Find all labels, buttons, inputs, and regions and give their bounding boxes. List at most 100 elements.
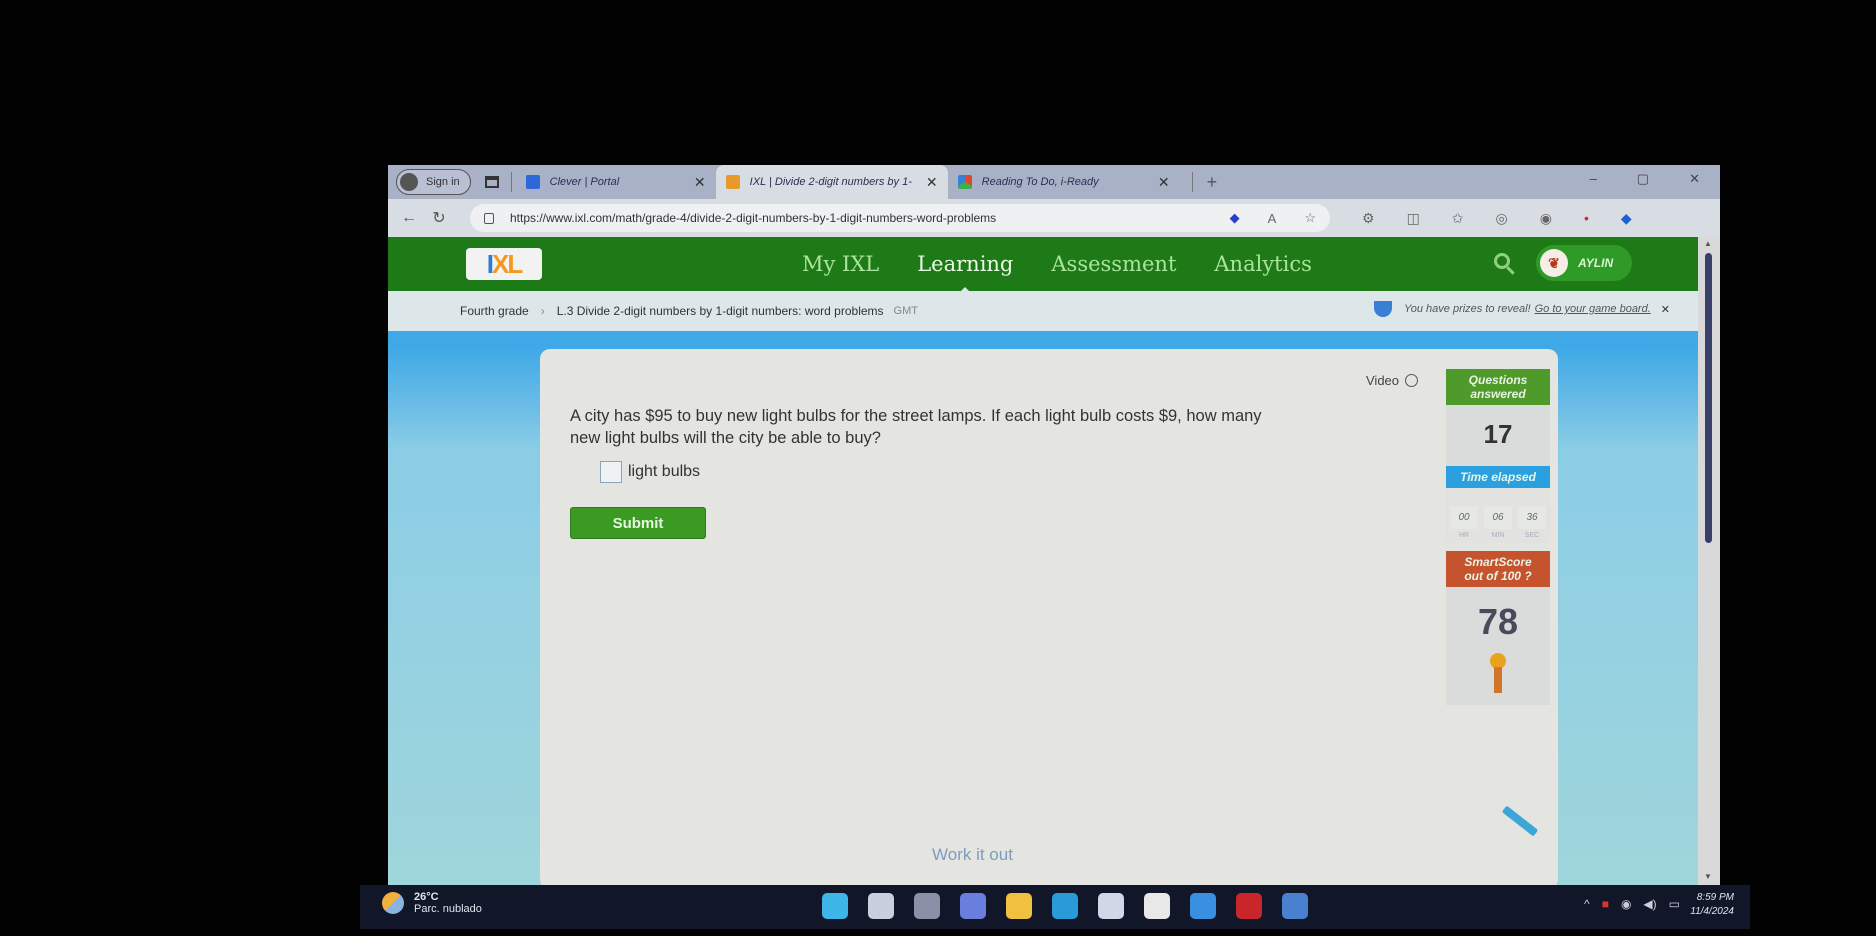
skill-code: GMT [893,305,918,317]
nav-assessment[interactable]: Assessment [1051,252,1176,276]
questions-answered-body: 17 [1446,405,1550,466]
close-tab-icon[interactable]: ✕ [694,174,706,191]
favorites-icon[interactable]: ✩ [1452,210,1464,227]
tab-title: Clever | Portal [549,176,620,188]
favorite-star-icon[interactable]: ☆ [1304,210,1316,226]
antivirus-icon[interactable]: ■ [1602,897,1609,911]
game-board-link[interactable]: Go to your game board. [1535,303,1651,315]
work-it-out-link[interactable]: Work it out [932,845,1013,865]
close-window-button[interactable]: ✕ [1689,171,1700,187]
volume-icon[interactable]: ◀) [1643,897,1656,911]
nav-analytics[interactable]: Analytics [1214,252,1311,276]
clock[interactable]: 8:59 PM 11/4/2024 [1690,891,1734,919]
network-icon[interactable]: ◉ [1621,897,1631,911]
smartscore-body: 78 [1446,587,1550,705]
ixl-header: I XL My IXL Learning Assessment Analytics… [388,237,1698,295]
main-nav: My IXL Learning Assessment Analytics [802,252,1312,295]
tab-iready[interactable]: Reading To Do, i-Ready ✕ [948,165,1180,199]
maximize-button[interactable]: ▢ [1637,171,1649,187]
sign-in-button[interactable]: Sign in [396,169,471,195]
back-icon[interactable]: ← [394,209,424,227]
answer-row: light bulbs [600,461,700,483]
timer-value: 06 [1484,506,1512,529]
help-icon[interactable]: ? [1524,569,1531,583]
url-text[interactable]: https://www.ixl.com/math/grade-4/divide-… [510,211,1202,225]
close-icon[interactable]: ✕ [1661,303,1670,316]
iready-favicon-icon [957,175,972,189]
copilot-icon[interactable]: ◆ [1621,210,1632,227]
smartscore-subtitle: out of 100 [1464,569,1521,583]
tab-ixl[interactable]: IXL | Divide 2-digit numbers by 1- ✕ [715,165,948,199]
task-view-icon[interactable] [914,893,940,919]
minimize-button[interactable]: – [1590,171,1597,187]
tab-title: Reading To Do, i-Ready [981,176,1099,188]
address-bar-row: ← ↻ https://www.ixl.com/math/grade-4/div… [388,199,1720,237]
new-tab-button[interactable]: + [1207,172,1218,193]
video-label: Video [1366,373,1400,388]
breadcrumb: Fourth grade › L.3 Divide 2-digit number… [388,291,1698,331]
mcafee-icon[interactable] [1236,893,1262,919]
question-card: Video A city has $95 to buy new light bu… [540,349,1558,885]
scroll-down-icon[interactable]: ▼ [1704,872,1712,881]
browser-essentials-icon[interactable]: ◎ [1496,210,1508,227]
scrollbar-thumb[interactable] [1705,253,1712,543]
app-circle-icon[interactable] [1144,893,1170,919]
timer-unit: SEC [1524,532,1540,539]
shopping-tag-icon[interactable]: ◆ [1230,210,1240,226]
battery-icon[interactable]: ▭ [1669,897,1680,911]
breadcrumb-grade[interactable]: Fourth grade [460,304,529,318]
close-tab-icon[interactable]: ✕ [1158,174,1170,191]
breadcrumb-skill: L.3 Divide 2-digit numbers by 1-digit nu… [556,304,884,318]
nav-my-ixl[interactable]: My IXL [802,252,879,276]
extensions-icon[interactable]: ⚙ [1362,210,1375,227]
close-tab-icon[interactable]: ✕ [926,174,938,191]
search-icon[interactable] [1494,253,1510,269]
scroll-up-icon[interactable]: ▲ [1704,239,1712,248]
weather-widget[interactable]: 26°C Parc. nublado [382,891,482,915]
read-aloud-icon[interactable]: A [1268,211,1277,226]
search-icon[interactable] [868,893,894,919]
smartscore-title: SmartScore [1464,555,1532,569]
time-elapsed-body: 00 HR 06 MIN 36 SEC [1446,488,1550,543]
practice-area: Video A city has $95 to buy new light bu… [388,331,1698,885]
timer-unit: MIN [1491,532,1505,539]
split-screen-icon[interactable]: ◫ [1407,210,1420,227]
clock-date: 11/4/2024 [1690,906,1734,917]
chevron-right-icon: › [540,304,545,318]
questions-answered-header: Questions answered [1446,369,1550,405]
chat-icon[interactable] [960,893,986,919]
ixl-logo[interactable]: I XL [466,248,542,280]
taskbar-apps [822,893,1308,919]
edge-icon[interactable] [1052,893,1078,919]
ixl-favicon-icon [725,175,740,189]
time-elapsed-header: Time elapsed [1446,466,1550,488]
user-avatar: ❦ [1540,249,1568,277]
profile-avatar-icon [400,173,418,191]
scrollbar[interactable]: ▲ ▼ [1698,237,1720,885]
timer-value: 36 [1518,506,1546,529]
app-blue-swirl-icon[interactable] [1190,893,1216,919]
workspaces-icon[interactable] [484,176,499,188]
answer-unit: light bulbs [628,463,701,480]
start-icon[interactable] [822,893,848,919]
nav-learning[interactable]: Learning [917,252,1013,295]
user-name: AYLIN [1578,256,1614,270]
smartscore-header: SmartScore out of 100 ? [1446,551,1550,587]
notifications-icon[interactable]: • [1584,210,1589,226]
timer-minutes: 06 MIN [1484,506,1512,539]
answer-input[interactable] [600,461,622,483]
chevron-up-icon[interactable]: ^ [1584,897,1590,911]
app-calculator-icon[interactable] [1282,893,1308,919]
store-icon[interactable] [1098,893,1124,919]
user-menu[interactable]: ❦ AYLIN [1536,245,1632,281]
file-explorer-icon[interactable] [1006,893,1032,919]
tab-clever[interactable]: Clever | Portal ✕ [516,165,716,199]
medal-icon [1446,649,1550,705]
pencil-icon[interactable] [1501,805,1539,837]
profile-icon[interactable]: ◉ [1540,210,1552,227]
video-button[interactable]: Video [1366,373,1419,388]
refresh-icon[interactable]: ↻ [424,208,454,228]
address-bar[interactable]: https://www.ixl.com/math/grade-4/divide-… [470,204,1330,232]
lock-icon[interactable] [484,212,494,224]
submit-button[interactable]: Submit [570,507,706,539]
